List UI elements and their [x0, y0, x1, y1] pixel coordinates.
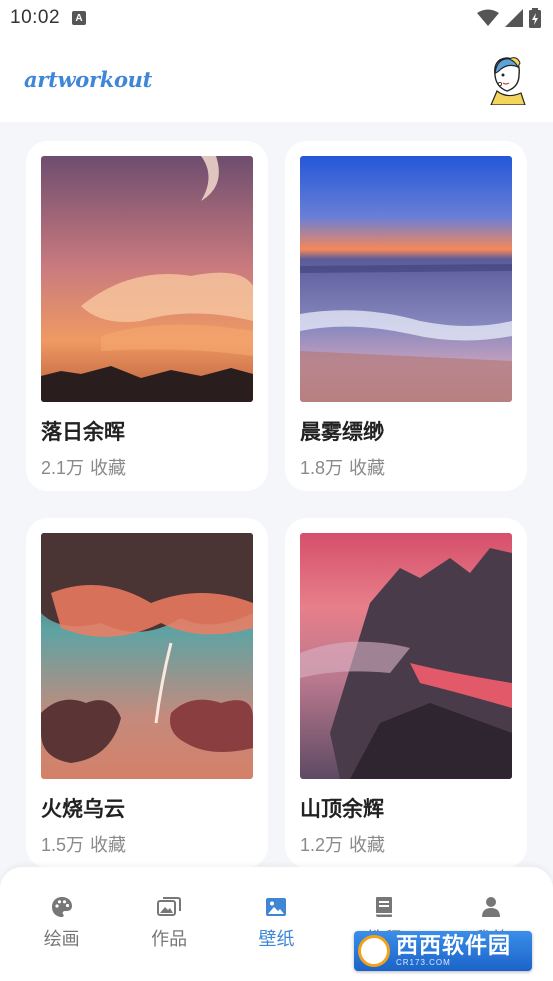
wallpaper-favorites: 2.1万 收藏: [41, 454, 253, 480]
wallpaper-thumbnail: [41, 533, 253, 779]
avatar[interactable]: [485, 52, 529, 106]
image-icon: [266, 898, 287, 916]
wallpaper-title: 落日余晖: [41, 421, 125, 444]
app-logo: artworkout: [24, 66, 153, 92]
wallpaper-title: 火烧乌云: [41, 798, 125, 821]
watermark-text: 西西软件园: [396, 933, 512, 958]
images-icon: [157, 897, 182, 916]
status-time: 10:02: [10, 7, 61, 28]
wallpaper-card[interactable]: 山顶余辉 1.2万 收藏: [285, 518, 527, 868]
signal-icon: [505, 9, 523, 27]
favorites-count: 1.8万: [300, 458, 344, 478]
notification-a-icon: A: [72, 11, 87, 25]
nav-label: 壁纸: [258, 929, 295, 949]
nav-item-wallpaper[interactable]: 壁纸: [226, 895, 326, 981]
user-icon: [482, 897, 501, 917]
watermark-logo: 西西软件园 CR173.COM: [354, 931, 532, 971]
wallpaper-thumbnail: [41, 156, 253, 402]
nav-label: 作品: [151, 929, 188, 949]
favorites-count: 2.1万: [41, 458, 85, 478]
wallpaper-favorites: 1.5万 收藏: [41, 831, 253, 857]
status-indicators: [477, 8, 541, 28]
app-header: artworkout: [0, 36, 553, 122]
watermark-url: CR173.COM: [396, 958, 451, 967]
palette-icon: [51, 897, 72, 917]
favorites-unit: 收藏: [90, 458, 127, 478]
battery-icon: [529, 8, 541, 28]
favorites-unit: 收藏: [90, 835, 127, 855]
nav-item-works[interactable]: 作品: [119, 895, 219, 981]
nav-item-draw[interactable]: 绘画: [12, 895, 112, 981]
wallpaper-favorites: 1.2万 收藏: [300, 831, 512, 857]
wallpaper-favorites: 1.8万 收藏: [300, 454, 512, 480]
wifi-icon: [477, 9, 499, 26]
favorites-unit: 收藏: [349, 835, 386, 855]
watermark-badge-icon: [358, 935, 390, 967]
wallpaper-title: 晨雾缥缈: [300, 421, 384, 444]
favorites-count: 1.5万: [41, 835, 85, 855]
wallpaper-card[interactable]: 落日余晖 2.1万 收藏: [26, 141, 268, 491]
wallpaper-thumbnail: [300, 156, 512, 402]
avatar-portrait-icon: [490, 57, 526, 105]
favorites-count: 1.2万: [300, 835, 344, 855]
favorites-unit: 收藏: [349, 458, 386, 478]
wallpaper-grid: 落日余晖 2.1万 收藏 晨雾缥缈 1.8万 收藏 火烧乌云 1.5万 收藏 山…: [26, 141, 527, 868]
wallpaper-card[interactable]: 晨雾缥缈 1.8万 收藏: [285, 141, 527, 491]
book-icon: [375, 897, 392, 917]
wallpaper-thumbnail: [300, 533, 512, 779]
wallpaper-title: 山顶余辉: [300, 798, 384, 821]
status-bar: 10:02 A: [0, 0, 553, 36]
wallpaper-card[interactable]: 火烧乌云 1.5万 收藏: [26, 518, 268, 868]
nav-label: 绘画: [43, 929, 80, 949]
